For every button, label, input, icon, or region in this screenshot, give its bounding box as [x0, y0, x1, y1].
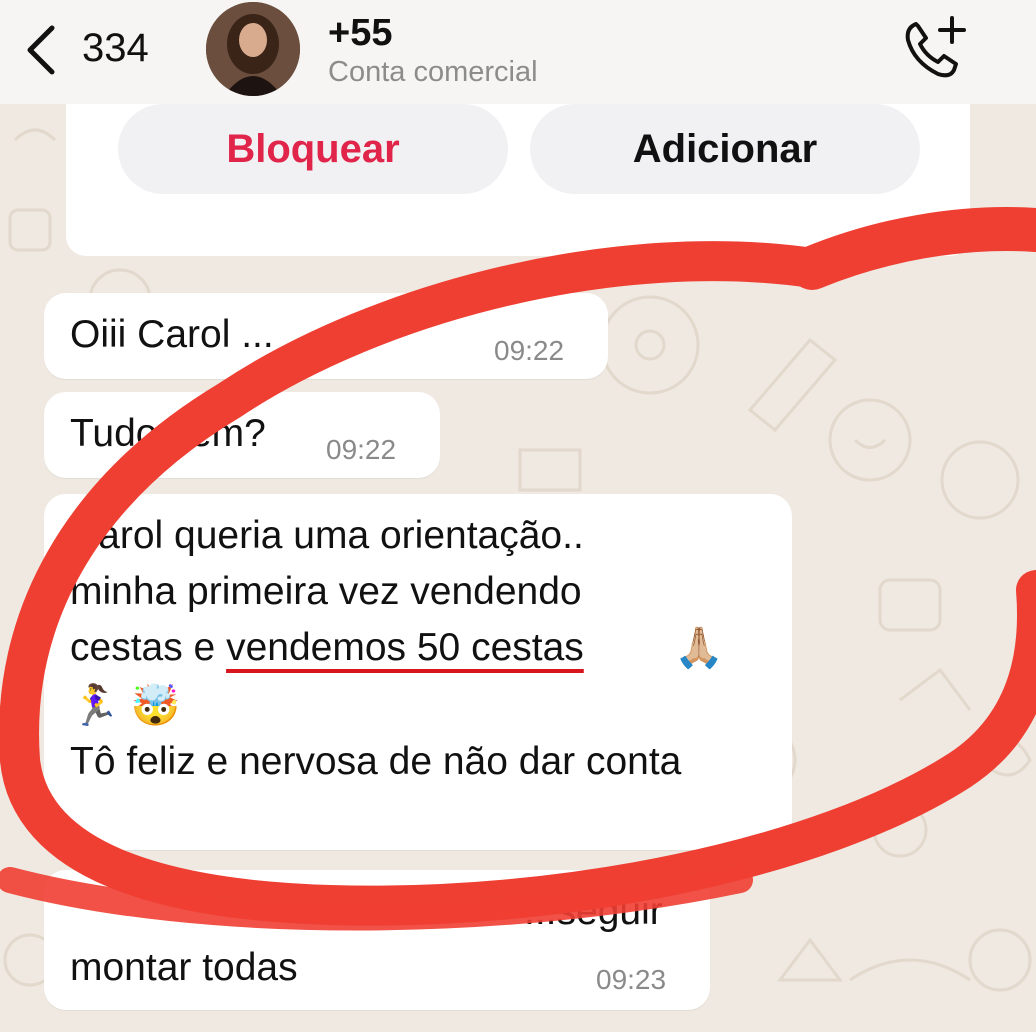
message-text: Oiii Carol ...: [70, 313, 274, 356]
message-line: minha primeira vez vendendo: [70, 570, 582, 613]
runner-mindblown-emoji: 🏃‍♀️ 🤯: [70, 684, 181, 728]
add-contact-button[interactable]: Adicionar: [530, 104, 920, 194]
message-text-plain: cestas e: [70, 626, 227, 669]
contact-avatar[interactable]: [206, 2, 300, 96]
underlined-highlight: vendemos 50 cestas: [226, 626, 584, 669]
business-info-card: Bloquear Adicionar: [66, 104, 970, 256]
chevron-left-icon[interactable]: [22, 24, 58, 76]
message-time: 09:22: [494, 335, 565, 366]
praying-hands-emoji: 🙏🏼: [674, 626, 724, 670]
avatar-image: [206, 2, 300, 96]
message-text: Tudo bem?: [70, 412, 266, 455]
message-line: Carol queria uma orientação..: [70, 514, 584, 557]
message-line: montar todas: [70, 946, 298, 989]
contact-name[interactable]: +55: [328, 12, 392, 55]
message-bubble[interactable]: Oiii Carol ... 09:22: [44, 293, 608, 379]
phone-add-icon[interactable]: [902, 14, 970, 80]
message-bubble[interactable]: ...seguir montar todas 09:23: [44, 870, 710, 1010]
contact-subtitle: Conta comercial: [328, 56, 538, 88]
message-bubble[interactable]: Tudo bem? 09:22: [44, 392, 440, 478]
message-line: cestas e vendemos 50 cestas: [70, 620, 584, 676]
back-unread-count[interactable]: 334: [82, 26, 149, 71]
message-line: Tô feliz e nervosa de não dar conta: [70, 740, 682, 783]
message-time: 09:22: [326, 434, 397, 465]
block-button[interactable]: Bloquear: [118, 104, 508, 194]
message-time: 09:23: [596, 964, 667, 995]
message-bubble[interactable]: Carol queria uma orientação.. minha prim…: [44, 494, 792, 850]
message-line: ...seguir: [524, 890, 663, 933]
chat-header: 334 +55 Conta comercial: [0, 0, 1036, 104]
